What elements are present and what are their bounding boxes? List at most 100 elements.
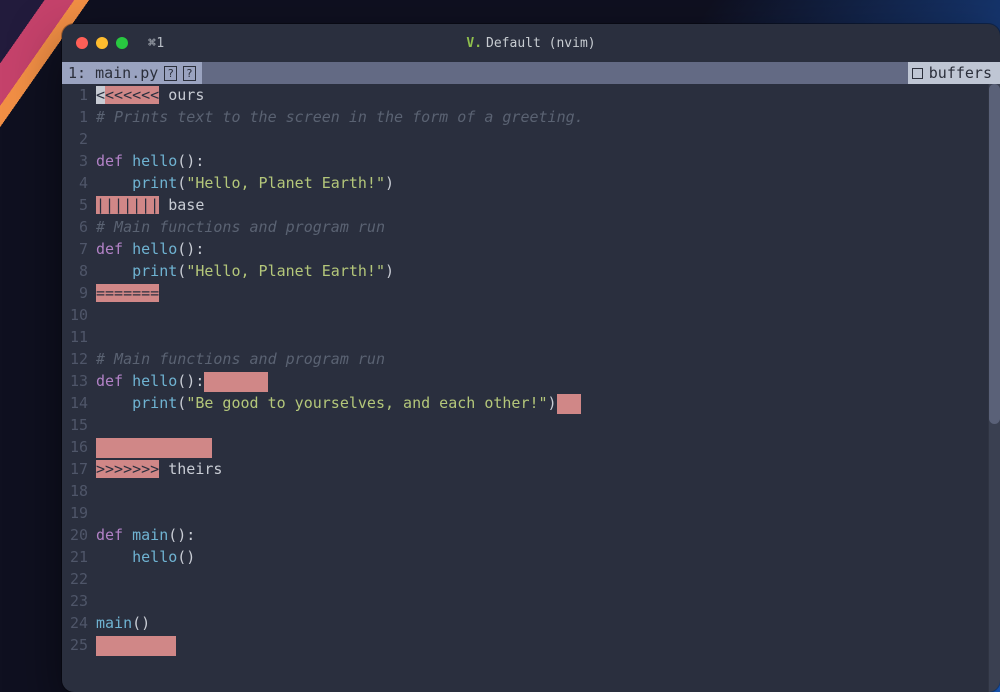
code-content: print("Be good to yourselves, and each o… bbox=[96, 392, 988, 414]
code-content bbox=[96, 326, 988, 348]
code-content: >>>>>>> theirs bbox=[96, 458, 988, 480]
code-content: print("Hello, Planet Earth!") bbox=[96, 260, 988, 282]
code-content: hello() bbox=[96, 546, 988, 568]
code-line[interactable]: 17>>>>>>> theirs bbox=[62, 458, 988, 480]
keyword-token: def bbox=[96, 372, 123, 390]
code-line[interactable]: 7def hello(): bbox=[62, 238, 988, 260]
gutter-line-number: 16 bbox=[62, 436, 96, 458]
code-line[interactable]: 5||||||| base bbox=[62, 194, 988, 216]
code-content bbox=[96, 436, 988, 458]
code-line[interactable]: 12# Main functions and program run bbox=[62, 348, 988, 370]
gutter-line-number: 2 bbox=[62, 128, 96, 150]
code-line[interactable]: 16 bbox=[62, 436, 988, 458]
gutter-line-number: 20 bbox=[62, 524, 96, 546]
scrollbar[interactable] bbox=[988, 84, 1000, 692]
code-line[interactable]: 23 bbox=[62, 590, 988, 612]
code-line[interactable]: 8 print("Hello, Planet Earth!") bbox=[62, 260, 988, 282]
code-content bbox=[96, 414, 988, 436]
code-line[interactable]: 1<<<<<<< ours bbox=[62, 84, 988, 106]
code-line[interactable]: 3def hello(): bbox=[62, 150, 988, 172]
string-token: "Hello, Planet Earth!" bbox=[186, 174, 385, 192]
editor[interactable]: 1<<<<<<< ours1# Prints text to the scree… bbox=[62, 84, 988, 692]
code-line[interactable]: 10 bbox=[62, 304, 988, 326]
code-line[interactable]: 22 bbox=[62, 568, 988, 590]
code-content: <<<<<<< ours bbox=[96, 84, 988, 106]
close-icon[interactable] bbox=[76, 37, 88, 49]
diff-highlight bbox=[557, 394, 581, 414]
code-line[interactable]: 19 bbox=[62, 502, 988, 524]
code-line[interactable]: 24main() bbox=[62, 612, 988, 634]
gutter-line-number: 8 bbox=[62, 260, 96, 282]
code-content bbox=[96, 590, 988, 612]
editor-wrap: 1<<<<<<< ours1# Prints text to the scree… bbox=[62, 84, 1000, 692]
code-line[interactable]: 14 print("Be good to yourselves, and eac… bbox=[62, 392, 988, 414]
merge-label: ours bbox=[159, 86, 204, 104]
code-line[interactable]: 11 bbox=[62, 326, 988, 348]
bufferline: 1: main.py ? ? buffers bbox=[62, 62, 1000, 84]
window-title: V. Default (nvim) bbox=[62, 36, 1000, 51]
titlebar: ⌘1 V. Default (nvim) bbox=[62, 24, 1000, 62]
minimize-icon[interactable] bbox=[96, 37, 108, 49]
window-title-text: Default (nvim) bbox=[486, 36, 596, 51]
code-content: ======= bbox=[96, 282, 988, 304]
gutter-line-number: 7 bbox=[62, 238, 96, 260]
zoom-icon[interactable] bbox=[116, 37, 128, 49]
code-line[interactable]: 9======= bbox=[62, 282, 988, 304]
gutter-line-number: 10 bbox=[62, 304, 96, 326]
call-token: print bbox=[132, 394, 177, 412]
code-line[interactable]: 15 bbox=[62, 414, 988, 436]
code-content bbox=[96, 128, 988, 150]
gutter-line-number: 13 bbox=[62, 370, 96, 392]
tab-indicator: ⌘1 bbox=[148, 36, 165, 51]
code-content bbox=[96, 480, 988, 502]
function-name-token: hello bbox=[132, 240, 177, 258]
code-line[interactable]: 4 print("Hello, Planet Earth!") bbox=[62, 172, 988, 194]
merge-marker-sep: ======= bbox=[96, 284, 159, 302]
code-content: # Main functions and program run bbox=[96, 216, 988, 238]
string-token: "Hello, Planet Earth!" bbox=[186, 262, 385, 280]
traffic-lights bbox=[76, 37, 128, 49]
vim-logo-icon: V. bbox=[466, 36, 482, 51]
buffer-index: 1: bbox=[68, 64, 86, 82]
code-content bbox=[96, 304, 988, 326]
bufferline-right-label: buffers bbox=[929, 64, 992, 82]
gutter-line-number: 17 bbox=[62, 458, 96, 480]
code-line[interactable]: 1# Prints text to the screen in the form… bbox=[62, 106, 988, 128]
gutter-line-number: 23 bbox=[62, 590, 96, 612]
code-content: ||||||| base bbox=[96, 194, 988, 216]
code-content: def hello(): bbox=[96, 150, 988, 172]
keyword-token: def bbox=[96, 526, 123, 544]
gutter-line-number: 15 bbox=[62, 414, 96, 436]
gutter-line-number: 1 bbox=[62, 106, 96, 128]
gutter-line-number: 12 bbox=[62, 348, 96, 370]
gutter-line-number: 22 bbox=[62, 568, 96, 590]
code-line[interactable]: 20def main(): bbox=[62, 524, 988, 546]
code-content bbox=[96, 502, 988, 524]
merge-marker-ours: <<<<<< bbox=[105, 86, 159, 104]
code-line[interactable]: 25 bbox=[62, 634, 988, 656]
call-token: main bbox=[96, 614, 132, 632]
keyword-token: def bbox=[96, 240, 123, 258]
bufferline-right[interactable]: buffers bbox=[908, 62, 1000, 84]
merge-label: base bbox=[159, 196, 204, 214]
buffer-tab-main[interactable]: 1: main.py ? ? bbox=[62, 62, 202, 84]
code-line[interactable]: 13def hello(): bbox=[62, 370, 988, 392]
code-line[interactable]: 21 hello() bbox=[62, 546, 988, 568]
scroll-thumb[interactable] bbox=[989, 84, 1000, 424]
code-line[interactable]: 6# Main functions and program run bbox=[62, 216, 988, 238]
buffers-icon bbox=[912, 68, 923, 79]
gutter-line-number: 24 bbox=[62, 612, 96, 634]
gutter-line-number: 1 bbox=[62, 84, 96, 106]
buffer-filename: main.py bbox=[95, 64, 158, 82]
code-line[interactable]: 2 bbox=[62, 128, 988, 150]
code-content: def hello(): bbox=[96, 238, 988, 260]
gutter-line-number: 4 bbox=[62, 172, 96, 194]
code-line[interactable]: 18 bbox=[62, 480, 988, 502]
gutter-line-number: 14 bbox=[62, 392, 96, 414]
code-content: print("Hello, Planet Earth!") bbox=[96, 172, 988, 194]
diff-highlight bbox=[96, 438, 212, 458]
gutter-line-number: 5 bbox=[62, 194, 96, 216]
terminal-window: ⌘1 V. Default (nvim) 1: main.py ? ? buffe… bbox=[62, 24, 1000, 692]
gutter-line-number: 25 bbox=[62, 634, 96, 656]
code-content: # Prints text to the screen in the form … bbox=[96, 106, 988, 128]
